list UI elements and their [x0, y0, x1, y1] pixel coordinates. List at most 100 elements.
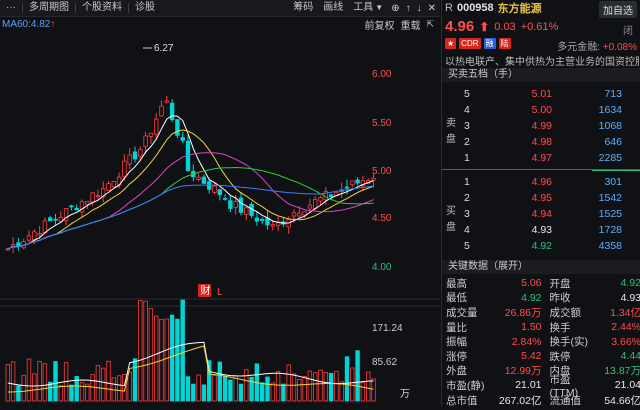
asks-level: 4	[464, 104, 470, 116]
candle-body	[132, 151, 138, 160]
volume-bar	[302, 376, 307, 402]
bids-level: 1	[464, 176, 470, 188]
forward-adjust-button[interactable]: 前复权	[364, 17, 394, 32]
candle-body	[32, 231, 37, 241]
finance-badge-label: 财	[201, 284, 211, 297]
volume-bar	[191, 383, 196, 402]
close-icon[interactable]: ✕	[428, 3, 436, 14]
bids-row[interactable]: 4 4.93 1728	[442, 222, 640, 238]
add-icon[interactable]: ⊕	[391, 3, 399, 14]
l-badge-label: L	[217, 287, 223, 298]
price-change: 0.03	[494, 20, 516, 33]
asks-price: 5.00	[531, 104, 552, 116]
keydata-label: 流通值	[549, 394, 582, 407]
asks-level: 2	[464, 136, 470, 148]
volume-bar	[344, 356, 350, 402]
asks-volume: 1634	[598, 104, 622, 116]
keydata-title[interactable]: 关键数据（展开）	[442, 260, 640, 274]
asks-row[interactable]: 1 4.97 2285	[442, 150, 640, 166]
candle-body	[228, 200, 233, 209]
candle-body	[111, 181, 116, 188]
expand-icon[interactable]: ⇱	[426, 19, 434, 30]
volume-bar	[281, 383, 286, 402]
y-tick-label: 6.00	[372, 69, 392, 80]
keydata-value: 5.42	[521, 350, 542, 363]
volume-bar	[53, 361, 58, 402]
bids-level: 3	[464, 208, 470, 220]
company-description[interactable]: 以热电联产、集中供热为主营业务的国资控股...	[445, 53, 639, 68]
candle-body	[270, 224, 275, 227]
volume-bar	[244, 369, 249, 402]
candle-body	[175, 119, 180, 136]
volume-bar	[350, 367, 355, 402]
ask-book: 卖 盘 5 5.01 713 4 5.00 1634 3 4.99 1068 2 4.98 646 1 4…	[442, 86, 640, 166]
sector-label: 多元金融:	[557, 42, 601, 53]
bids-volume: 4358	[598, 240, 622, 252]
keydata-value: 12.99万	[504, 365, 542, 378]
stock-info-button[interactable]: 个股资料	[76, 0, 128, 16]
bids-row[interactable]: 2 4.95 1542	[442, 190, 640, 206]
price-row: 4.96 ⬆ 0.03 +0.61%	[445, 18, 558, 35]
keydata-table: 最高 5.06 开盘 4.92 最低 4.92 昨收 4.93 成交量 26.86万 成交额 1.34…	[442, 276, 640, 407]
volume-bar	[79, 382, 85, 402]
keydata-value: 3.66%	[611, 335, 640, 348]
keydata-label: 市盈(静)	[446, 379, 485, 392]
volume-bar	[233, 375, 238, 402]
asks-row[interactable]: 3 4.99 1068	[442, 118, 640, 134]
volume-bar	[360, 382, 366, 402]
volume-bar	[32, 373, 37, 402]
bids-level: 5	[464, 240, 470, 252]
add-watchlist-button[interactable]: 加自选	[599, 1, 637, 18]
bids-row[interactable]: 1 4.96 301	[442, 174, 640, 190]
candle-body	[254, 217, 260, 222]
bids-price: 4.92	[531, 240, 552, 252]
tools-button[interactable]: 工具 ▼	[351, 0, 385, 16]
candle-body	[233, 201, 238, 208]
volume-bar	[37, 361, 42, 402]
asks-row[interactable]: 2 4.98 646	[442, 134, 640, 150]
bids-row[interactable]: 5 4.92 4358	[442, 238, 640, 254]
candle-body	[328, 194, 334, 197]
price-up-icon: ⬆	[479, 19, 490, 34]
asks-row[interactable]: 4 5.00 1634	[442, 102, 640, 118]
candle-body	[244, 207, 249, 215]
vol-tick-label: 171.24	[372, 323, 403, 334]
keydata-value: 54.66亿	[604, 394, 640, 407]
kline-svg[interactable]: 6.00 5.50 5.00 4.50 4.00 6.27 财 L 171.24…	[0, 31, 440, 407]
quote-header: R 000958 东方能源 加自选	[442, 0, 640, 18]
volume-bar	[180, 299, 185, 402]
arrow-down-icon[interactable]: ↓	[417, 3, 422, 14]
chips-button[interactable]: 筹码	[291, 0, 315, 16]
sector-change[interactable]: 多元金融: +0.08%	[557, 38, 637, 53]
volume-bar	[69, 384, 74, 402]
keydata-value: 21.04	[614, 379, 640, 392]
bids-row[interactable]: 3 4.94 1525	[442, 206, 640, 222]
volume-bar	[259, 382, 265, 402]
tools-label: 工具	[353, 2, 374, 13]
candle-body	[148, 132, 154, 137]
draw-line-button[interactable]: 画线	[321, 0, 345, 16]
stock-name: 东方能源	[497, 3, 542, 15]
bids-volume: 301	[604, 176, 622, 188]
reload-button[interactable]: 重载	[400, 17, 420, 32]
candle-body	[106, 183, 111, 191]
ma-lines-group	[7, 115, 374, 250]
last-price: 4.96	[445, 18, 475, 35]
candle-body	[222, 197, 228, 200]
connect-tag: 陆	[498, 38, 511, 49]
arrow-up-icon[interactable]: ↑	[406, 3, 411, 14]
volume-bar	[328, 372, 334, 402]
multi-period-button[interactable]: 多周期图	[23, 0, 75, 16]
volume-bar	[318, 369, 323, 402]
keydata-row: 最低 4.92 昨收 4.93	[442, 291, 640, 306]
bids-volume: 1525	[598, 208, 622, 220]
candle-body	[318, 197, 323, 202]
more-menu-button[interactable]: ···	[0, 0, 22, 16]
volume-bar	[196, 374, 201, 402]
kline-chart[interactable]: 6.00 5.50 5.00 4.50 4.00 6.27 财 L 171.24…	[0, 31, 440, 407]
max-price-label: 6.27	[154, 43, 174, 54]
diagnose-button[interactable]: 诊股	[129, 0, 161, 16]
asks-row[interactable]: 5 5.01 713	[442, 86, 640, 102]
asks-level: 3	[464, 120, 470, 132]
volume-bar	[371, 378, 376, 402]
